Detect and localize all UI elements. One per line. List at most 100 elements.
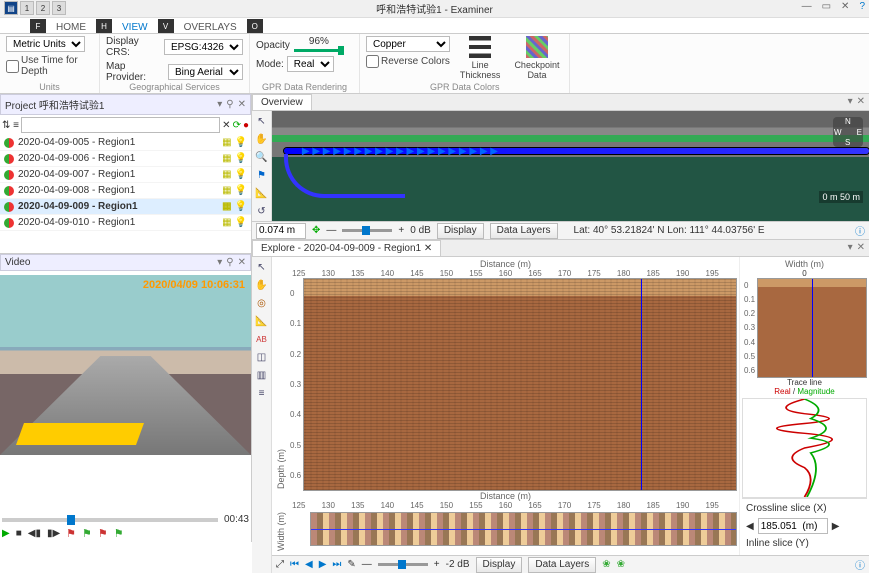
qat-2[interactable]: 2 <box>36 1 50 15</box>
qat-3[interactable]: 3 <box>52 1 66 15</box>
filter-toggle-icon[interactable]: ⇅ ≡ <box>2 120 19 131</box>
project-pin-icon[interactable]: ⚲ <box>226 99 233 110</box>
cross-prev-icon[interactable]: ◀ <box>746 521 754 532</box>
provider-select[interactable]: Bing Aerial <box>168 64 243 80</box>
radargram-slice[interactable] <box>310 512 737 546</box>
checkpoint-data-button[interactable]: Checkpoint Data <box>510 36 563 80</box>
zoom-tool-icon[interactable]: 🔍 <box>255 150 269 164</box>
mode-select[interactable]: Real <box>287 56 334 72</box>
explore-dropdown-icon[interactable]: ▾ <box>848 242 853 254</box>
ex-pointer-icon[interactable]: ↖ <box>255 260 269 274</box>
close-button[interactable]: ✕ <box>841 1 849 12</box>
ex-gain-slider[interactable] <box>378 563 428 566</box>
map-layers-button[interactable]: Data Layers <box>490 223 558 239</box>
project-item[interactable]: 2020-04-09-010 - Region1▦💡 <box>0 215 251 231</box>
line-thickness-button[interactable]: Line Thickness <box>456 36 505 80</box>
map-display-button[interactable]: Display <box>437 223 484 239</box>
bulb-icon[interactable]: 💡 <box>235 169 247 180</box>
map-flag-tool-icon[interactable]: ⚑ <box>255 168 269 182</box>
ex-fit-icon[interactable]: ⤢ <box>276 559 284 570</box>
clear-search-icon[interactable]: ✕ <box>222 120 230 131</box>
crossline-cursor[interactable] <box>641 279 642 490</box>
palette-select[interactable]: Copper <box>366 36 450 52</box>
project-item[interactable]: 2020-04-09-007 - Region1▦💡 <box>0 167 251 183</box>
flag-green-icon[interactable]: ⚑ <box>82 527 92 540</box>
tab-home[interactable]: HOME <box>48 22 94 33</box>
tab-explore[interactable]: Explore - 2020-04-09-009 - Region1 ✕ <box>252 240 441 256</box>
cross-next-icon[interactable]: ▶ <box>832 521 840 532</box>
ex-ab-icon[interactable]: AB <box>255 332 269 346</box>
step-back-button[interactable]: ◀▮ <box>28 528 41 539</box>
ex-info-icon[interactable]: ⓘ <box>855 557 865 572</box>
video-close-icon[interactable]: ✕ <box>238 257 246 268</box>
tab-overlays[interactable]: OVERLAYS <box>176 22 245 33</box>
ex-crop-icon[interactable]: ◫ <box>255 350 269 364</box>
ex-measure-icon[interactable]: 📐 <box>255 314 269 328</box>
item-grid-icon[interactable]: ▦ <box>222 137 231 148</box>
video-scrub-slider[interactable] <box>2 518 218 522</box>
project-close-icon[interactable]: ✕ <box>238 99 246 110</box>
use-time-checkbox[interactable] <box>6 60 19 73</box>
ex-display-button[interactable]: Display <box>476 557 523 573</box>
map-view[interactable]: ▶ ▶ ▶ ▶ ▶ ▶ ▶ ▶ ▶ ▶ ▶ ▶ ▶ ▶ ▶ ▶ ▶ ▶ ▶ N … <box>272 111 869 221</box>
refresh-icon[interactable]: ⟳ <box>233 120 241 131</box>
file-menu[interactable]: ▤ <box>4 1 18 15</box>
flag-green2-icon[interactable]: ⚑ <box>114 527 124 540</box>
bulb-icon[interactable]: 💡 <box>235 217 247 228</box>
link-icon[interactable]: ✥ <box>312 225 320 236</box>
tab-overview[interactable]: Overview <box>252 94 312 110</box>
reset-tool-icon[interactable]: ↺ <box>255 204 269 218</box>
ex-layers-button[interactable]: Data Layers <box>528 557 596 573</box>
opacity-slider[interactable] <box>294 49 344 52</box>
hand-tool-icon[interactable]: ✋ <box>255 132 269 146</box>
width-scan[interactable] <box>757 278 867 378</box>
stop-button[interactable]: ■ <box>16 528 22 539</box>
ex-next-icon[interactable]: ▶ <box>319 559 327 570</box>
overview-close-icon[interactable]: ✕ <box>857 96 865 108</box>
bulb-icon[interactable]: 💡 <box>235 201 247 212</box>
maximize-button[interactable]: ▭ <box>822 1 831 12</box>
map-info-icon[interactable]: ⓘ <box>855 223 865 238</box>
tab-view[interactable]: VIEW <box>114 22 156 33</box>
explore-tab-close-icon[interactable]: ✕ <box>424 243 432 254</box>
radargram-main[interactable] <box>303 278 737 491</box>
map-position-input[interactable] <box>256 223 306 239</box>
video-dropdown-icon[interactable]: ▾ <box>217 257 222 268</box>
units-select[interactable]: Metric Units <box>6 36 85 52</box>
overview-dropdown-icon[interactable]: ▾ <box>848 96 853 108</box>
ex-prev-big-icon[interactable]: ⏮ <box>290 559 299 570</box>
project-search-input[interactable] <box>21 117 220 133</box>
leaf-1-icon[interactable]: ❀ <box>602 559 610 570</box>
project-item[interactable]: 2020-04-09-009 - Region1▦💡 <box>0 199 251 215</box>
qat-1[interactable]: 1 <box>20 1 34 15</box>
project-dropdown-icon[interactable]: ▾ <box>217 99 222 110</box>
ex-target-icon[interactable]: ◎ <box>255 296 269 310</box>
leaf-2-icon[interactable]: ❀ <box>617 559 625 570</box>
measure-tool-icon[interactable]: 📐 <box>255 186 269 200</box>
map-gain-slider[interactable] <box>342 229 392 232</box>
item-grid-icon[interactable]: ▦ <box>222 153 231 164</box>
project-item[interactable]: 2020-04-09-005 - Region1▦💡 <box>0 135 251 151</box>
video-pin-icon[interactable]: ⚲ <box>226 257 233 268</box>
item-grid-icon[interactable]: ▦ <box>222 217 231 228</box>
explore-close-icon[interactable]: ✕ <box>857 242 865 254</box>
item-grid-icon[interactable]: ▦ <box>222 185 231 196</box>
flag-red-icon[interactable]: ⚑ <box>66 527 76 540</box>
flag-red2-icon[interactable]: ⚑ <box>98 527 108 540</box>
crossline-input[interactable] <box>758 518 828 534</box>
minimize-button[interactable]: — <box>802 1 812 12</box>
ex-prev-icon[interactable]: ◀ <box>305 559 313 570</box>
help-button[interactable]: ? <box>859 1 865 12</box>
pointer-tool-icon[interactable]: ↖ <box>255 114 269 128</box>
step-fwd-button[interactable]: ▮▶ <box>47 528 60 539</box>
item-grid-icon[interactable]: ▦ <box>222 201 231 212</box>
ex-next-big-icon[interactable]: ⏭ <box>332 559 341 570</box>
ex-pick-icon[interactable]: ✎ <box>347 559 355 570</box>
bulb-icon[interactable]: 💡 <box>235 137 247 148</box>
bulb-icon[interactable]: 💡 <box>235 185 247 196</box>
item-grid-icon[interactable]: ▦ <box>222 169 231 180</box>
ex-layers-icon[interactable]: ≡ <box>255 386 269 400</box>
ex-hand-icon[interactable]: ✋ <box>255 278 269 292</box>
bulb-icon[interactable]: 💡 <box>235 153 247 164</box>
crs-select[interactable]: EPSG:4326 <box>164 39 243 55</box>
